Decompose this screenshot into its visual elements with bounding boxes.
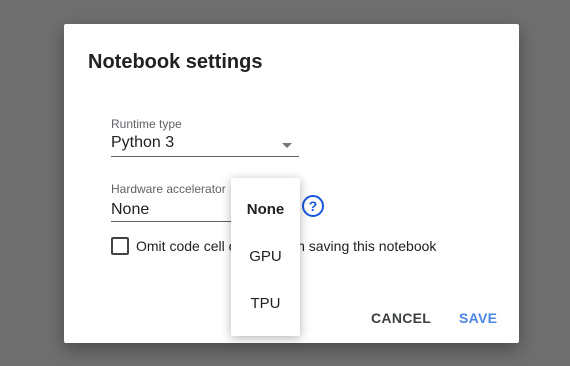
runtime-type-value: Python 3 xyxy=(111,134,175,151)
dropdown-arrow-icon xyxy=(282,143,292,148)
runtime-type-label: Runtime type xyxy=(111,117,182,131)
menu-item-tpu[interactable]: TPU xyxy=(231,280,300,326)
help-icon[interactable]: ? xyxy=(302,195,324,217)
omit-output-checkbox[interactable] xyxy=(111,237,129,255)
hardware-accelerator-value: None xyxy=(111,201,150,218)
save-button[interactable]: SAVE xyxy=(459,310,497,326)
menu-item-none[interactable]: None xyxy=(231,186,300,232)
accelerator-dropdown-menu: None GPU TPU xyxy=(231,178,300,336)
dialog-title: Notebook settings xyxy=(88,51,263,73)
runtime-type-underline xyxy=(111,156,299,157)
hardware-accelerator-label: Hardware accelerator xyxy=(111,182,226,196)
cancel-button[interactable]: CANCEL xyxy=(371,310,431,326)
menu-item-gpu[interactable]: GPU xyxy=(231,233,300,279)
